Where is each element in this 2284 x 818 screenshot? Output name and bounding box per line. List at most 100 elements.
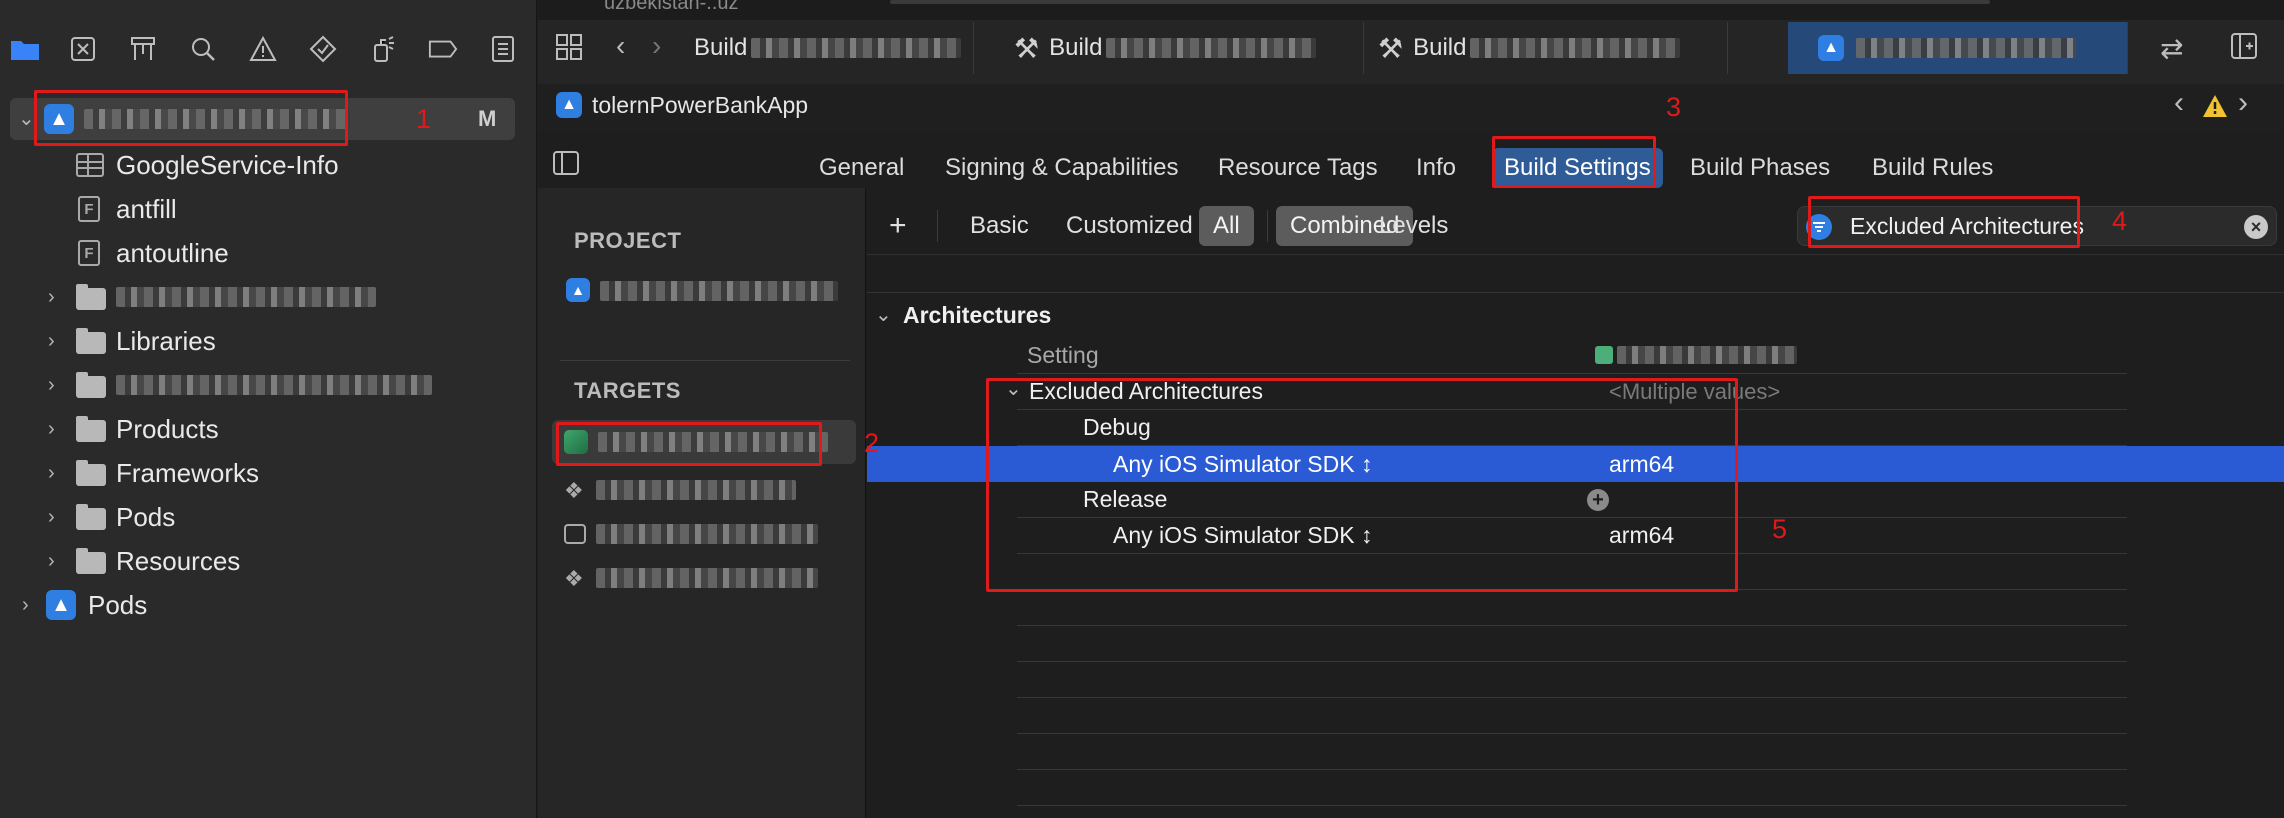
chevron-right-icon[interactable]: › [48, 462, 55, 485]
target-item[interactable]: ❖ [552, 470, 856, 510]
filter-levels[interactable]: Levels [1365, 206, 1462, 246]
section-disclosure-chevron-icon[interactable]: ⌄ [875, 302, 892, 327]
test-diamond-icon[interactable] [308, 34, 338, 64]
prev-issue-chevron-icon[interactable]: ‹ [2174, 86, 2184, 120]
chevron-right-icon[interactable]: › [48, 418, 55, 441]
warning-icon[interactable] [2202, 94, 2228, 123]
filter-customized[interactable]: Customized [1052, 206, 1207, 246]
grid-icon[interactable] [554, 32, 584, 69]
empty-row [1017, 590, 2127, 626]
tab-build-1[interactable]: Build [686, 22, 974, 74]
add-setting-button[interactable]: + [875, 206, 921, 246]
tree-item-redacted-folder-2[interactable]: › [0, 364, 537, 406]
symbol-hierarchy-icon[interactable] [128, 34, 158, 64]
search-field[interactable]: Excluded Architectures × [1797, 206, 2277, 246]
tab-label: Build [1049, 34, 1103, 61]
search-icon[interactable] [188, 34, 218, 64]
config-debug-label: Debug [1083, 414, 1151, 440]
add-condition-icon[interactable]: + [1587, 489, 1609, 511]
tree-item-resources[interactable]: › Resources [0, 540, 537, 582]
breakpoint-icon[interactable] [428, 34, 458, 64]
sdk-condition-popup[interactable]: Any iOS Simulator SDK ↕ [1113, 451, 1372, 478]
tree-item-redacted-folder[interactable]: › [0, 276, 537, 318]
chevron-right-icon[interactable]: › [22, 594, 29, 617]
report-list-icon[interactable] [488, 34, 518, 64]
tree-item-libraries[interactable]: › Libraries [0, 320, 537, 362]
tab-title-redacted [1106, 38, 1317, 58]
clear-search-icon[interactable]: × [2244, 215, 2268, 239]
debug-spray-icon[interactable] [368, 34, 398, 64]
source-control-icon[interactable] [68, 34, 98, 64]
app-target-icon [564, 430, 588, 454]
setting-row-debug[interactable]: Debug [1017, 410, 2127, 446]
setting-row-release-sdk[interactable]: Any iOS Simulator SDK ↕ arm64 [1017, 518, 2127, 554]
setting-row-debug-sdk[interactable]: Any iOS Simulator SDK ↕ arm64 [1017, 446, 2127, 482]
sidebar-toggle-icon[interactable] [552, 150, 580, 181]
setting-row-excluded-architectures[interactable]: ⌄ Excluded Architectures <Multiple value… [1005, 374, 2127, 410]
forward-chevron-icon[interactable]: › [652, 30, 661, 62]
chevron-right-icon[interactable]: › [48, 506, 55, 529]
annotation-number-5: 5 [1772, 514, 1788, 544]
project-row[interactable]: ⌄ ▲ M [10, 98, 515, 140]
folder-icon[interactable] [10, 34, 40, 64]
target-item-selected[interactable] [552, 420, 856, 464]
next-issue-chevron-icon[interactable]: › [2238, 86, 2248, 120]
empty-row [1017, 626, 2127, 662]
setting-name: Excluded Architectures [1029, 378, 1263, 404]
filter-bar-bottom-border [867, 254, 2284, 255]
tree-item-pods-folder[interactable]: › Pods [0, 496, 537, 538]
back-chevron-icon[interactable]: ‹ [616, 30, 625, 62]
folder-name-redacted [116, 375, 432, 395]
setting-value[interactable]: arm64 [1609, 451, 1674, 478]
tab-build-settings[interactable]: Build Settings [1492, 148, 1663, 188]
test-bundle-icon: ❖ [564, 566, 584, 591]
tab-info[interactable]: Info [1404, 148, 1468, 188]
warning-icon[interactable] [248, 34, 278, 64]
annotation-number-2: 2 [864, 428, 880, 458]
tree-item-products[interactable]: › Products [0, 408, 537, 450]
tab-resource-tags[interactable]: Resource Tags [1206, 148, 1390, 188]
filter-basic[interactable]: Basic [956, 206, 1043, 246]
search-input[interactable]: Excluded Architectures [1850, 213, 2084, 240]
tree-item-antoutline[interactable]: F antoutline [0, 232, 537, 274]
tree-item-pods-project[interactable]: › ▲ Pods [0, 584, 537, 626]
tab-general[interactable]: General [807, 148, 916, 188]
tab-build-phases[interactable]: Build Phases [1678, 148, 1842, 188]
tree-item-antfill[interactable]: F antfill [0, 188, 537, 230]
sdk-condition-popup[interactable]: Any iOS Simulator SDK ↕ [1113, 522, 1372, 549]
jump-bar: ▲ tolernPowerBankApp ‹ › [538, 84, 2284, 132]
target-item[interactable] [552, 514, 856, 554]
setting-disclosure-chevron-icon[interactable]: ⌄ [1005, 376, 1022, 401]
project-list-item[interactable]: ▲ [560, 274, 850, 308]
setting-value[interactable]: arm64 [1609, 522, 1674, 549]
jump-bar-title[interactable]: tolernPowerBankApp [592, 92, 808, 119]
chevron-right-icon[interactable]: › [48, 550, 55, 573]
tab-build-2[interactable]: ⚒ Build [974, 22, 1364, 74]
project-heading: PROJECT [574, 228, 682, 253]
tab-signing-capabilities[interactable]: Signing & Capabilities [933, 148, 1190, 188]
tree-item-googleservice-info[interactable]: GoogleService-Info [0, 144, 537, 186]
folder-icon [76, 372, 106, 398]
chevron-right-icon[interactable]: › [48, 330, 55, 353]
chevron-right-icon[interactable]: › [48, 374, 55, 397]
title-strip-text: uzbekistan-..uz [604, 0, 739, 14]
font-file-icon: F [78, 240, 100, 266]
extension-icon [564, 524, 586, 544]
setting-value-multiple[interactable]: <Multiple values> [1609, 379, 1780, 405]
chevron-right-icon[interactable]: › [48, 286, 55, 309]
chevron-down-icon[interactable]: ⌄ [18, 106, 35, 131]
tree-item-label: Products [116, 413, 219, 444]
tab-build-3[interactable]: ⚒ Build [1364, 22, 1728, 74]
add-editor-icon[interactable] [2230, 32, 2258, 67]
swap-arrows-icon[interactable]: ⇄ [2160, 32, 2183, 65]
xcode-project-icon: ▲ [556, 92, 582, 118]
target-item[interactable]: ❖ [552, 558, 856, 598]
filter-all[interactable]: All [1199, 206, 1254, 246]
tab-project-active[interactable]: ▲ [1788, 22, 2128, 74]
tab-build-rules[interactable]: Build Rules [1860, 148, 2005, 188]
setting-row-release[interactable]: Release + [1017, 482, 2127, 518]
tree-item-label: Frameworks [116, 457, 260, 488]
tree-item-frameworks[interactable]: › Frameworks [0, 452, 537, 494]
folder-icon [76, 328, 106, 354]
tab-label: Build [694, 34, 748, 61]
